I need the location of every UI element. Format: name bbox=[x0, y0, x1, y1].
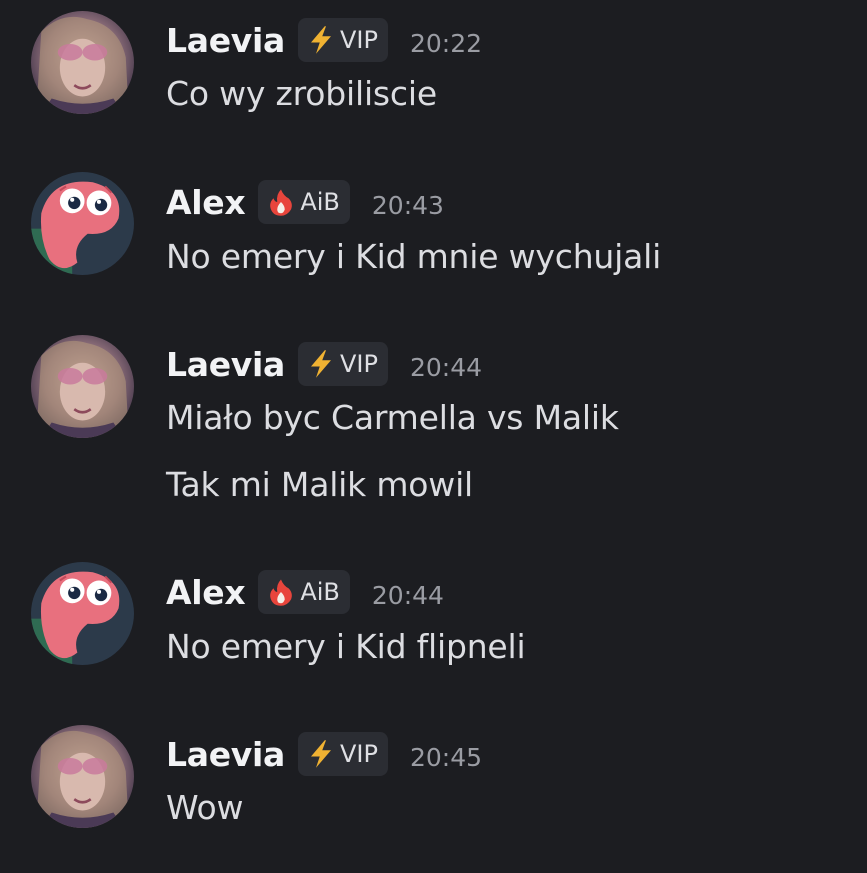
badge-label: AiB bbox=[300, 188, 340, 216]
badge-label: VIP bbox=[339, 26, 378, 54]
role-badge-vip[interactable]: VIP bbox=[297, 18, 388, 62]
badge-label: VIP bbox=[339, 740, 378, 768]
message-header: Laevia VIP 20:22 bbox=[166, 17, 482, 63]
timestamp: 20:44 bbox=[409, 352, 482, 382]
message-text: Co wy zrobiliscie bbox=[166, 74, 437, 113]
badge-label: AiB bbox=[300, 578, 340, 606]
username[interactable]: Alex bbox=[166, 573, 246, 612]
message-text: Tak mi Malik mowil bbox=[166, 465, 474, 504]
message-header: Alex AiB 20:43 bbox=[166, 179, 444, 225]
lightning-icon bbox=[306, 349, 336, 379]
avatar-laevia[interactable] bbox=[31, 11, 134, 114]
flame-icon bbox=[266, 577, 296, 607]
message-header: Alex AiB 20:44 bbox=[166, 569, 444, 615]
message-header: Laevia VIP 20:45 bbox=[166, 731, 482, 777]
message-text: Wow bbox=[166, 788, 244, 827]
role-badge-vip[interactable]: VIP bbox=[297, 342, 388, 386]
username[interactable]: Laevia bbox=[166, 21, 285, 60]
badge-label: VIP bbox=[339, 350, 378, 378]
avatar-laevia[interactable] bbox=[31, 335, 134, 438]
username[interactable]: Laevia bbox=[166, 735, 285, 774]
lightning-icon bbox=[306, 739, 336, 769]
role-badge-aib[interactable]: AiB bbox=[258, 180, 350, 224]
timestamp: 20:43 bbox=[371, 190, 444, 220]
timestamp: 20:44 bbox=[371, 580, 444, 610]
message-header: Laevia VIP 20:44 bbox=[166, 341, 482, 387]
role-badge-vip[interactable]: VIP bbox=[297, 732, 388, 776]
avatar-alex[interactable] bbox=[31, 562, 134, 665]
message-text: Miało byc Carmella vs Malik bbox=[166, 398, 619, 437]
timestamp: 20:22 bbox=[409, 28, 482, 58]
flame-icon bbox=[266, 187, 296, 217]
message-text: No emery i Kid flipneli bbox=[166, 627, 526, 666]
message-text: No emery i Kid mnie wychujali bbox=[166, 237, 662, 276]
avatar-alex[interactable] bbox=[31, 172, 134, 275]
username[interactable]: Alex bbox=[166, 183, 246, 222]
role-badge-aib[interactable]: AiB bbox=[258, 570, 350, 614]
lightning-icon bbox=[306, 25, 336, 55]
username[interactable]: Laevia bbox=[166, 345, 285, 384]
avatar-laevia[interactable] bbox=[31, 725, 134, 828]
timestamp: 20:45 bbox=[409, 742, 482, 772]
